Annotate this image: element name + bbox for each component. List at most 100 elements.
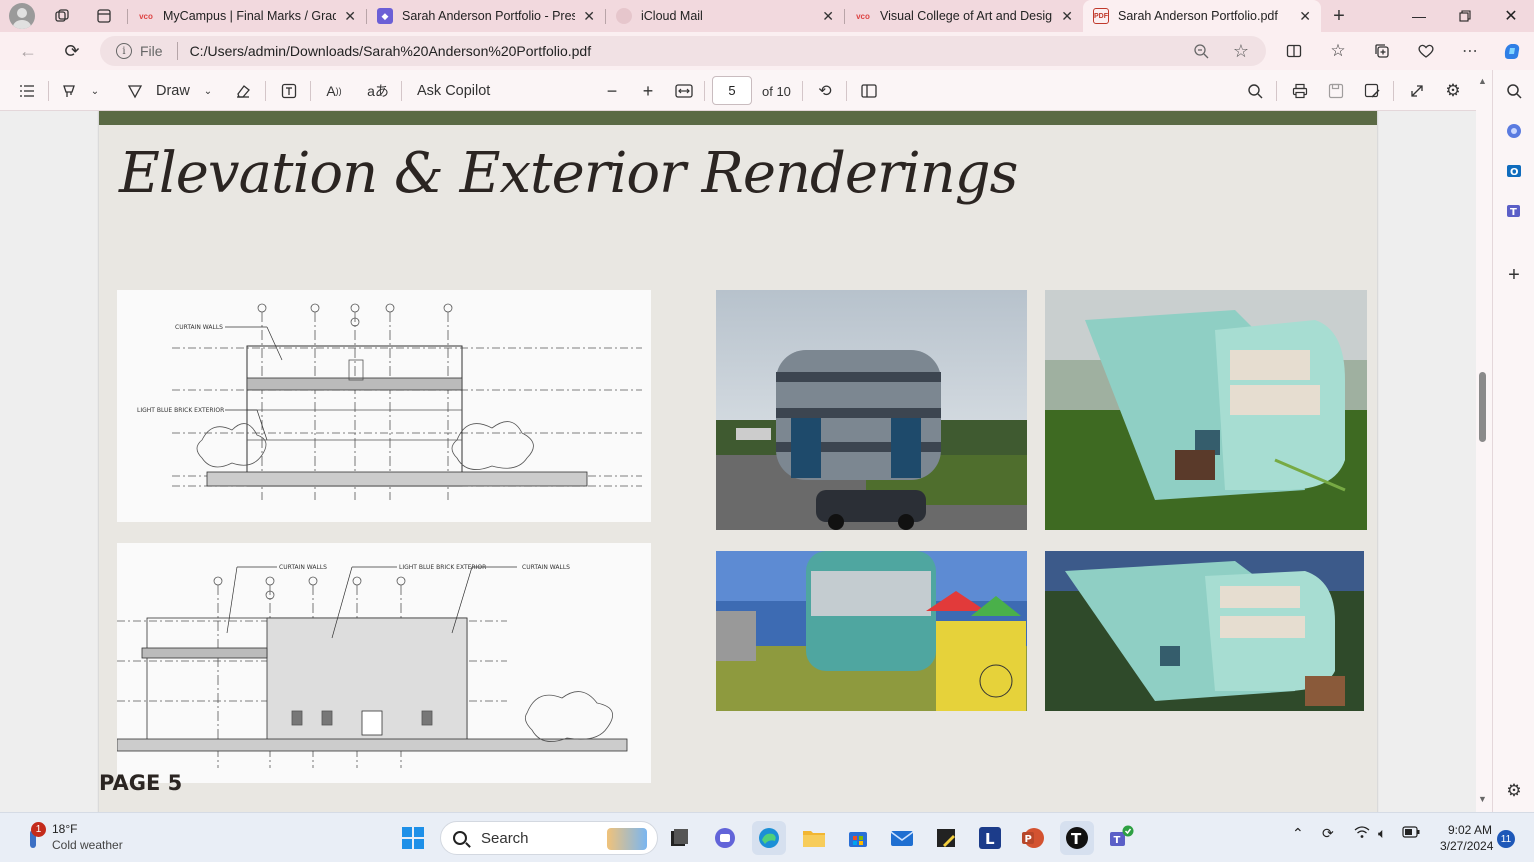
favorites-icon[interactable]: ☆: [1323, 36, 1353, 66]
svg-text:T: T: [1071, 830, 1082, 848]
sidebar-search-icon[interactable]: [1501, 78, 1527, 104]
lexicon-app-icon[interactable]: L: [973, 821, 1007, 855]
copilot-icon[interactable]: [1497, 36, 1527, 66]
close-tab-icon[interactable]: ✕: [1299, 8, 1311, 25]
pdf-page: Elevation & Exterior Renderings CURTAIN …: [99, 111, 1377, 812]
taskbar-search[interactable]: Search: [440, 821, 658, 855]
store-icon[interactable]: [841, 821, 875, 855]
sync-icon[interactable]: ⟳: [1322, 825, 1334, 842]
tab-mycampus[interactable]: vco MyCampus | Final Marks / Grade ✕: [128, 0, 366, 32]
browser-essentials-icon[interactable]: [1411, 36, 1441, 66]
page-number-input[interactable]: 5: [712, 76, 752, 105]
sidebar-shopping-icon[interactable]: [1501, 118, 1527, 144]
task-view-icon[interactable]: [662, 821, 696, 855]
fullscreen-icon[interactable]: [1405, 78, 1429, 104]
draw-button[interactable]: Draw: [156, 78, 190, 104]
zoom-out-icon[interactable]: −: [600, 78, 624, 104]
sticky-notes-icon[interactable]: [929, 821, 963, 855]
more-options-icon[interactable]: ⋯: [1455, 36, 1485, 66]
page-title: Elevation & Exterior Renderings: [119, 141, 1018, 206]
page-view-icon[interactable]: [857, 78, 881, 104]
minimize-icon[interactable]: —: [1396, 0, 1442, 32]
powerpoint-icon[interactable]: P: [1016, 821, 1050, 855]
sidebar-teams-icon[interactable]: T: [1501, 198, 1527, 224]
scroll-up-icon[interactable]: ▲: [1478, 76, 1487, 86]
svg-text:T: T: [1114, 835, 1121, 846]
ask-copilot-button[interactable]: Ask Copilot: [417, 78, 490, 104]
fit-width-icon[interactable]: [672, 78, 696, 104]
save-as-icon[interactable]: [1360, 78, 1384, 104]
find-icon[interactable]: [1243, 78, 1267, 104]
workspaces-icon[interactable]: [47, 2, 77, 30]
sidebar-outlook-icon[interactable]: O: [1501, 158, 1527, 184]
page-header-band: [99, 111, 1377, 125]
document-scrollbar[interactable]: ▲ ▼: [1476, 70, 1492, 812]
tab-portfolio-pdf[interactable]: PDF Sarah Anderson Portfolio.pdf ✕: [1083, 0, 1321, 32]
address-url[interactable]: C:/Users/admin/Downloads/Sarah%20Anderso…: [190, 43, 592, 59]
pdf-icon: PDF: [1093, 8, 1109, 24]
save-icon[interactable]: [1324, 78, 1348, 104]
teams-new-icon[interactable]: T: [1104, 821, 1138, 855]
print-icon[interactable]: [1288, 78, 1312, 104]
refresh-icon[interactable]: ⟳: [57, 37, 87, 65]
exterior-rendering-4: [1045, 551, 1364, 711]
sidebar-add-icon[interactable]: +: [1501, 262, 1527, 288]
start-button[interactable]: [396, 821, 430, 855]
file-explorer-icon[interactable]: [797, 821, 831, 855]
address-scheme: File: [140, 43, 163, 59]
battery-icon[interactable]: [1402, 825, 1420, 841]
tab-visual-college[interactable]: vco Visual College of Art and Design ✕: [845, 0, 1083, 32]
highlight-dropdown-icon[interactable]: ⌄: [86, 78, 104, 104]
close-tab-icon[interactable]: ✕: [822, 8, 834, 25]
close-tab-icon[interactable]: ✕: [1061, 8, 1073, 25]
tiktok-app-icon[interactable]: T: [1060, 821, 1094, 855]
zoom-in-icon[interactable]: +: [636, 78, 660, 104]
address-bar[interactable]: i File C:/Users/admin/Downloads/Sarah%20…: [100, 36, 1266, 66]
split-screen-icon[interactable]: [1279, 36, 1309, 66]
tab-actions-icon[interactable]: [89, 2, 119, 30]
edge-browser-icon[interactable]: [752, 821, 786, 855]
drawing-label: CURTAIN WALLS: [175, 324, 223, 331]
add-text-icon[interactable]: [277, 78, 301, 104]
address-row: ← ⟳ i File C:/Users/admin/Downloads/Sara…: [0, 32, 1534, 70]
close-tab-icon[interactable]: ✕: [583, 8, 595, 25]
icloud-icon: [616, 8, 632, 24]
eraser-icon[interactable]: [232, 78, 254, 104]
settings-gear-icon[interactable]: ⚙: [1441, 78, 1465, 104]
close-window-icon[interactable]: ✕: [1488, 0, 1534, 32]
sidebar-settings-icon[interactable]: ⚙: [1501, 778, 1527, 804]
pdf-toolbar: ⌄ Draw ⌄ A)) aあ Ask Copilot − + 5 of 10 …: [0, 70, 1492, 111]
weather-desc: Cold weather: [52, 838, 123, 852]
zoom-icon[interactable]: [1186, 36, 1216, 66]
svg-text:T: T: [1510, 207, 1517, 218]
profile-avatar-icon[interactable]: [9, 3, 35, 29]
pdf-viewport[interactable]: Elevation & Exterior Renderings CURTAIN …: [0, 111, 1476, 812]
read-aloud-icon[interactable]: A)): [322, 78, 346, 104]
rotate-icon[interactable]: ⟲: [813, 78, 837, 104]
scroll-thumb[interactable]: [1479, 372, 1486, 442]
translate-icon[interactable]: aあ: [365, 78, 391, 104]
collections-icon[interactable]: [1367, 36, 1397, 66]
wifi-icon[interactable]: [1354, 825, 1370, 842]
contents-icon[interactable]: [14, 78, 40, 104]
elevation-drawing-top: CURTAIN WALLS LIGHT BLUE BRICK EXTERIOR: [117, 290, 651, 522]
close-tab-icon[interactable]: ✕: [344, 8, 356, 25]
mail-icon[interactable]: [885, 821, 919, 855]
highlight-icon[interactable]: [58, 78, 80, 104]
restore-icon[interactable]: [1442, 0, 1488, 32]
draw-icon[interactable]: [124, 78, 146, 104]
scroll-down-icon[interactable]: ▼: [1478, 794, 1487, 804]
tab-icloud-mail[interactable]: iCloud Mail ✕: [606, 0, 844, 32]
back-icon[interactable]: ←: [13, 37, 43, 65]
tab-portfolio-presentation[interactable]: ◆ Sarah Anderson Portfolio - Prese ✕: [367, 0, 605, 32]
new-tab-icon[interactable]: +: [1324, 2, 1354, 30]
favorite-star-icon[interactable]: ☆: [1226, 36, 1256, 66]
info-icon[interactable]: i: [116, 43, 132, 59]
notification-badge[interactable]: 11: [1497, 830, 1515, 848]
teams-chat-icon[interactable]: [708, 821, 742, 855]
draw-dropdown-icon[interactable]: ⌄: [199, 78, 217, 104]
volume-icon[interactable]: 🔈︎: [1378, 825, 1386, 842]
show-hidden-icons[interactable]: ⌃: [1292, 825, 1304, 842]
weather-widget[interactable]: 1 18°F Cold weather: [20, 821, 123, 853]
system-clock[interactable]: 9:02 AM 3/27/2024: [1440, 822, 1493, 854]
